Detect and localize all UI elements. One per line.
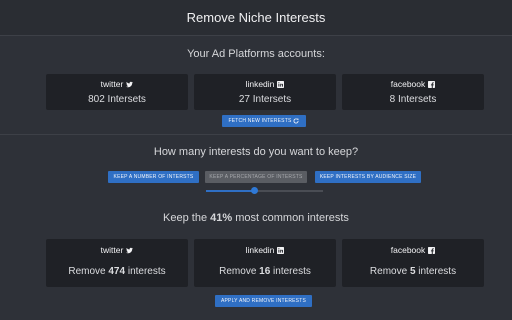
keep-percent-value: 41% xyxy=(210,212,233,224)
section-divider xyxy=(0,134,512,135)
removal-card-linkedin: linkedin Remove 16 interests xyxy=(194,239,336,287)
account-interest-count: 802 Intersets xyxy=(88,94,146,105)
removal-cards: twitter Remove 474 interests linkedin Re… xyxy=(0,239,512,287)
account-card-twitter: twitter 802 Intersets xyxy=(46,74,188,110)
twitter-bird-icon xyxy=(126,81,134,88)
removal-count-text: Remove 5 interests xyxy=(369,266,457,277)
twitter-bird-icon xyxy=(126,247,134,254)
slider-handle[interactable] xyxy=(250,187,258,194)
keep-by-audience-size-button[interactable]: KEEP INTERESTS BY AUDIENCE SIZE xyxy=(315,171,421,183)
fetch-new-interests-button[interactable]: FETCH NEW INTERESTS xyxy=(222,115,306,127)
facebook-icon xyxy=(428,247,436,254)
account-card-facebook: facebook 8 Intersets xyxy=(342,74,484,110)
removal-network-label: facebook xyxy=(390,245,426,255)
apply-and-remove-button[interactable]: APPLY AND REMOVE INTERESTS xyxy=(215,295,312,307)
app-header: Remove Niche Interests xyxy=(0,0,512,36)
account-network-label: twitter xyxy=(100,79,124,89)
account-network-label: linkedin xyxy=(245,79,275,89)
removal-count-text: Remove 474 interests xyxy=(68,266,166,277)
account-interest-count: 8 Intersets xyxy=(389,94,437,105)
refresh-icon xyxy=(293,118,300,124)
account-interest-count: 27 Intersets xyxy=(238,94,292,105)
keep-question: How many interests do you want to keep? xyxy=(153,146,359,158)
account-card-linkedin: linkedin 27 Intersets xyxy=(194,74,336,110)
linkedin-icon xyxy=(277,247,285,254)
slider-fill xyxy=(206,190,254,192)
keep-number-button[interactable]: KEEP A NUMBER OF INTERSTS xyxy=(108,171,199,183)
keep-summary: Keep the 41% most common interests xyxy=(163,212,349,224)
removal-count-text: Remove 16 interests xyxy=(219,266,311,277)
facebook-icon xyxy=(428,81,436,88)
keep-percentage-button[interactable]: KEEP A PERCENTAGE OF INTERSTS xyxy=(205,171,307,183)
removal-card-facebook: facebook Remove 5 interests xyxy=(342,239,484,287)
accounts-cards: twitter 802 Intersets linkedin 27 Inters… xyxy=(0,74,512,110)
removal-card-twitter: twitter Remove 474 interests xyxy=(46,239,188,287)
removal-network-label: twitter xyxy=(100,245,124,255)
keep-percentage-slider[interactable] xyxy=(206,187,323,194)
account-network-label: facebook xyxy=(390,79,426,89)
page-title: Remove Niche Interests xyxy=(186,10,326,25)
removal-network-label: linkedin xyxy=(245,245,275,255)
linkedin-icon xyxy=(277,81,285,88)
accounts-heading: Your Ad Platforms accounts: xyxy=(187,48,325,60)
